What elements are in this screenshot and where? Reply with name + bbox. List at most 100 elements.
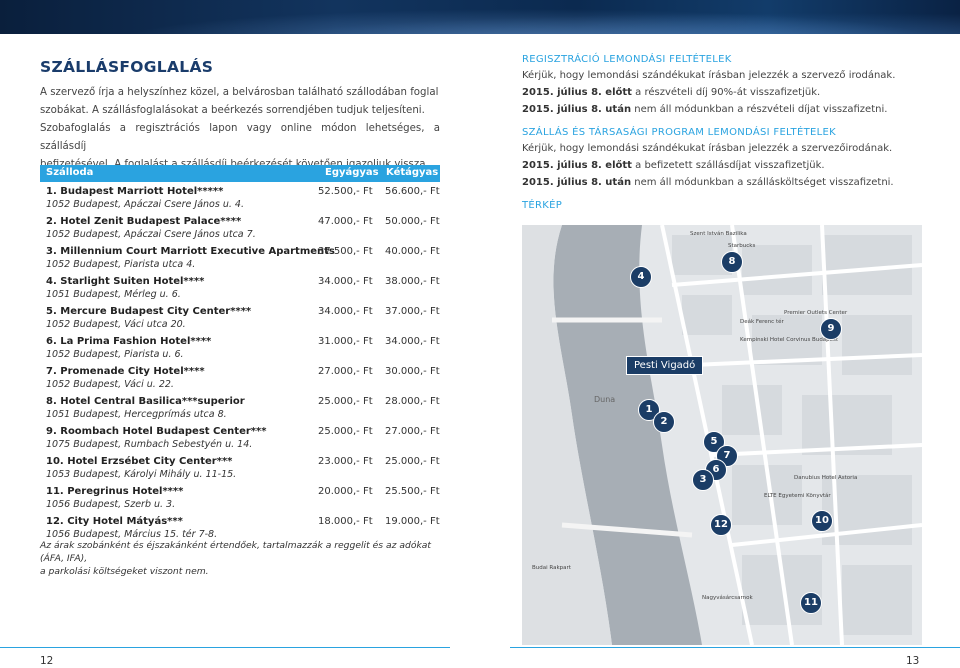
date-text: 2015. július 8. után [522,177,632,188]
price-single: 20.000,- Ft [318,486,373,497]
table-row: 1. Budapest Marriott Hotel***** 1052 Buda… [40,185,440,215]
rule-text: nem áll módunkban a részvételi díjat vis… [631,104,888,115]
map-label: Starbucks [728,243,756,249]
page-title: SZÁLLÁSFOGLALÁS [40,58,214,76]
price-single: 25.000,- Ft [318,396,373,407]
table-row: 8. Hotel Central Basilica***superior 1051… [40,395,440,425]
right-page-content: REGISZTRÁCIÓ LEMONDÁSI FELTÉTELEK Kérjük… [522,54,922,211]
header-hotel: Szálloda [46,167,94,178]
price-single: 23.000,- Ft [318,456,373,467]
hotel-address: 1075 Budapest, Rumbach Sebestyén u. 14. [46,439,253,450]
price-double: 27.000,- Ft [385,426,440,437]
rule-text: nem áll módunkban a szállásköltséget vis… [631,177,894,188]
footnote-line: Az árak szobánként és éjszakánként érten… [40,540,431,564]
accommodation-cancel-heading: SZÁLLÁS ÉS TÁRSASÁGI PROGRAM LEMONDÁSI F… [522,127,836,138]
price-single: 18.000,- Ft [318,516,373,527]
price-single: 47.000,- Ft [318,216,373,227]
hotel-address: 1052 Budapest, Piarista u. 6. [46,349,184,360]
price-single: 37.500,- Ft [318,246,373,257]
map-label: Budai Rakpart [532,565,571,571]
map-marker-12[interactable]: 12 [710,514,732,536]
table-header: Szálloda Egyágyas Kétágyas [40,165,440,182]
header-single: Egyágyas [325,167,379,178]
price-double: 37.000,- Ft [385,306,440,317]
accommodation-cancel-intro: Kérjük, hogy lemondási szándékukat írásb… [522,143,893,154]
venue-label-pesti-vigado[interactable]: Pesti Vigadó [626,356,704,375]
rule-text: a részvételi díj 90%-át visszafizetjük. [631,87,821,98]
city-map[interactable]: Szent István Bazilika Starbucks Duna Kem… [522,225,922,645]
hotel-name: 2. Hotel Zenit Budapest Palace**** [46,216,242,227]
map-label: Premier Outlets Center [784,310,848,316]
date-text: 2015. július 8. előtt [522,160,632,171]
map-label: Duna [594,395,616,404]
map-label: Szent István Bazilika [690,231,747,237]
hotel-name: 11. Peregrinus Hotel**** [46,486,184,497]
map-marker-10[interactable]: 10 [811,510,833,532]
map-label: Kempinski Hotel Corvinus Budapest [740,337,839,343]
price-double: 28.000,- Ft [385,396,440,407]
intro-text: A szervező írja a helyszínhez közel, a b… [40,84,440,174]
hotel-address: 1056 Budapest, Szerb u. 3. [46,499,176,510]
map-marker-2[interactable]: 2 [653,411,675,433]
price-double: 30.000,- Ft [385,366,440,377]
table-row: 3. Millennium Court Marriott Executive A… [40,245,440,275]
table-row: 11. Peregrinus Hotel**** 1056 Budapest, S… [40,485,440,515]
hotel-address: 1052 Budapest, Váci utca 20. [46,319,186,330]
map-marker-4[interactable]: 4 [630,266,652,288]
header-banner [0,0,960,34]
price-double: 25.500,- Ft [385,486,440,497]
hotel-address: 1052 Budapest, Apáczai Csere János u. 4. [46,199,244,210]
accommodation-cancel-rule-1: 2015. július 8. előtt a befizetett száll… [522,157,922,174]
table-row: 6. La Prima Fashion Hotel**** 1052 Budape… [40,335,440,365]
header-double: Kétágyas [386,167,439,178]
hotel-name: 10. Hotel Erzsébet City Center*** [46,456,233,467]
price-double: 40.000,- Ft [385,246,440,257]
map-label: Deák Ferenc tér [740,319,784,325]
hotel-address: 1051 Budapest, Hercegprímás utca 8. [46,409,227,420]
hotel-price-table: Szálloda Egyágyas Kétágyas 1. Budapest M… [40,165,440,545]
rule-text: a befizetett szállásdíjat visszafizetjük… [631,160,825,171]
table-row: 2. Hotel Zenit Budapest Palace**** 1052 B… [40,215,440,245]
footnote-line: a parkolási költségeket viszont nem. [40,566,209,577]
price-single: 27.000,- Ft [318,366,373,377]
registration-cancel-rule-2: 2015. július 8. után nem áll módunkban a… [522,101,922,118]
map-marker-3[interactable]: 3 [692,469,714,491]
price-single: 31.000,- Ft [318,336,373,347]
price-single: 25.000,- Ft [318,426,373,437]
price-double: 19.000,- Ft [385,516,440,527]
price-double: 50.000,- Ft [385,216,440,227]
table-row: 5. Mercure Budapest City Center**** 1052 … [40,305,440,335]
intro-line: A szervező írja a helyszínhez közel, a b… [40,87,439,98]
registration-cancel-intro: Kérjük, hogy lemondási szándékukat írásb… [522,70,896,81]
hotel-address: 1052 Budapest, Apáczai Csere János utca … [46,229,256,240]
hotel-name: 5. Mercure Budapest City Center**** [46,306,252,317]
page-rule-right [510,647,960,648]
accommodation-cancel-rule-2: 2015. július 8. után nem áll módunkban a… [522,174,922,191]
hotel-name: 9. Roombach Hotel Budapest Center*** [46,426,267,437]
map-marker-8[interactable]: 8 [721,251,743,273]
intro-line: szobákat. A szállásfoglalásokat a beérke… [40,105,425,116]
map-label: ELTE Egyetemi Könyvtár [764,493,831,499]
price-footnote: Az árak szobánként és éjszakánként érten… [40,539,440,578]
price-single: 52.500,- Ft [318,186,373,197]
date-text: 2015. július 8. után [522,104,632,115]
table-row: 10. Hotel Erzsébet City Center*** 1053 Bu… [40,455,440,485]
hotel-address: 1053 Budapest, Károlyi Mihály u. 11-15. [46,469,237,480]
intro-line: Szobafoglalás a regisztrációs lapon vagy… [40,123,440,152]
price-double: 38.000,- Ft [385,276,440,287]
map-marker-11[interactable]: 11 [800,592,822,614]
left-page-header: SZÁLLÁSFOGLALÁS A szervező írja a helysz… [40,58,440,174]
price-single: 34.000,- Ft [318,276,373,287]
map-marker-9[interactable]: 9 [820,318,842,340]
hotel-address: 1051 Budapest, Mérleg u. 6. [46,289,181,300]
registration-cancel-heading: REGISZTRÁCIÓ LEMONDÁSI FELTÉTELEK [522,54,732,65]
page-number-right: 13 [906,655,920,667]
price-single: 34.000,- Ft [318,306,373,317]
hotel-name: 12. City Hotel Mátyás*** [46,516,183,527]
price-double: 25.000,- Ft [385,456,440,467]
map-label: Nagyvásárcsarnok [702,595,753,601]
map-heading: TÉRKÉP [522,200,563,211]
hotel-name: 8. Hotel Central Basilica***superior [46,396,245,407]
hotel-name: 1. Budapest Marriott Hotel***** [46,186,224,197]
hotel-name: 6. La Prima Fashion Hotel**** [46,336,212,347]
